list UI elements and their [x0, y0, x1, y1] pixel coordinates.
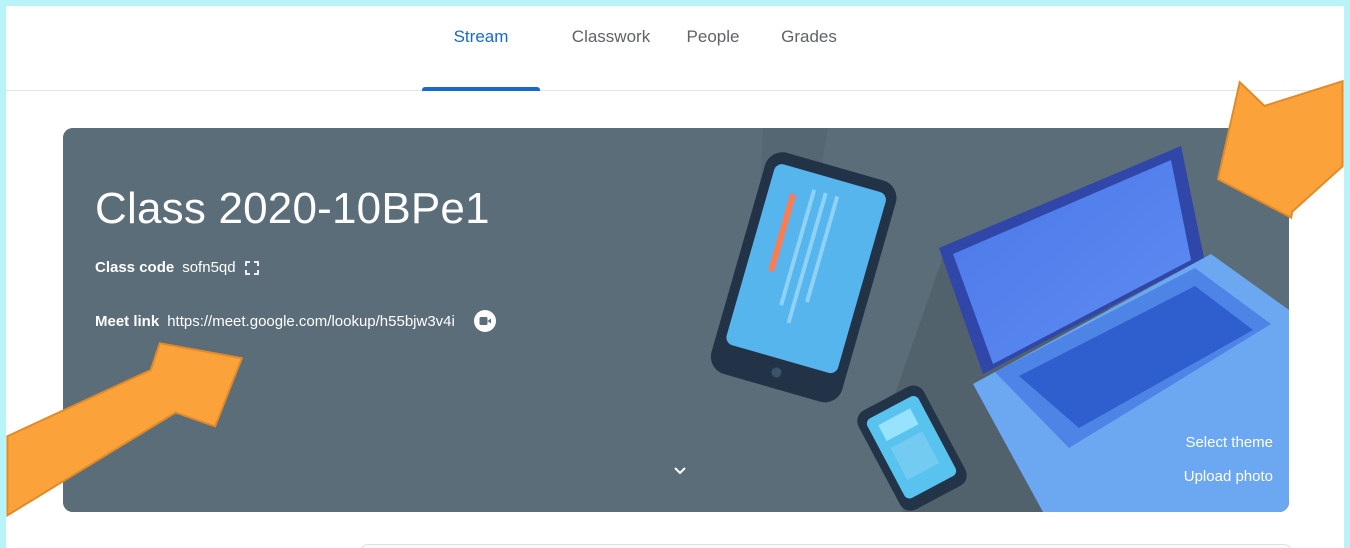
fullscreen-icon[interactable] — [244, 260, 260, 276]
classroom-page: Stream Classwork People Grades Class 202… — [6, 6, 1344, 548]
chevron-down-icon[interactable] — [671, 462, 689, 480]
meet-link[interactable]: https://meet.google.com/lookup/h55bjw3v4… — [167, 313, 455, 330]
tab-people[interactable]: People — [672, 6, 754, 90]
tab-grades[interactable]: Grades — [762, 6, 856, 90]
theme-actions: Select theme Upload photo — [1184, 426, 1273, 494]
class-title: Class 2020-10BPe1 — [95, 184, 490, 233]
upload-photo-button[interactable]: Upload photo — [1184, 460, 1273, 494]
tab-classwork[interactable]: Classwork — [556, 6, 666, 90]
select-theme-button[interactable]: Select theme — [1184, 426, 1273, 460]
class-code-row: Class code sofn5qd — [95, 259, 260, 276]
meet-link-row: Meet link https://meet.google.com/lookup… — [95, 309, 497, 333]
tab-stream[interactable]: Stream — [422, 6, 540, 91]
class-code-value: sofn5qd — [182, 259, 236, 276]
class-banner: Class 2020-10BPe1 Class code sofn5qd Mee… — [63, 128, 1289, 512]
top-navigation: Stream Classwork People Grades — [6, 6, 1344, 91]
stream-card-hint — [360, 544, 1292, 548]
meet-link-label: Meet link — [95, 312, 160, 330]
google-meet-icon[interactable] — [473, 309, 497, 333]
class-code-label: Class code — [95, 259, 175, 276]
